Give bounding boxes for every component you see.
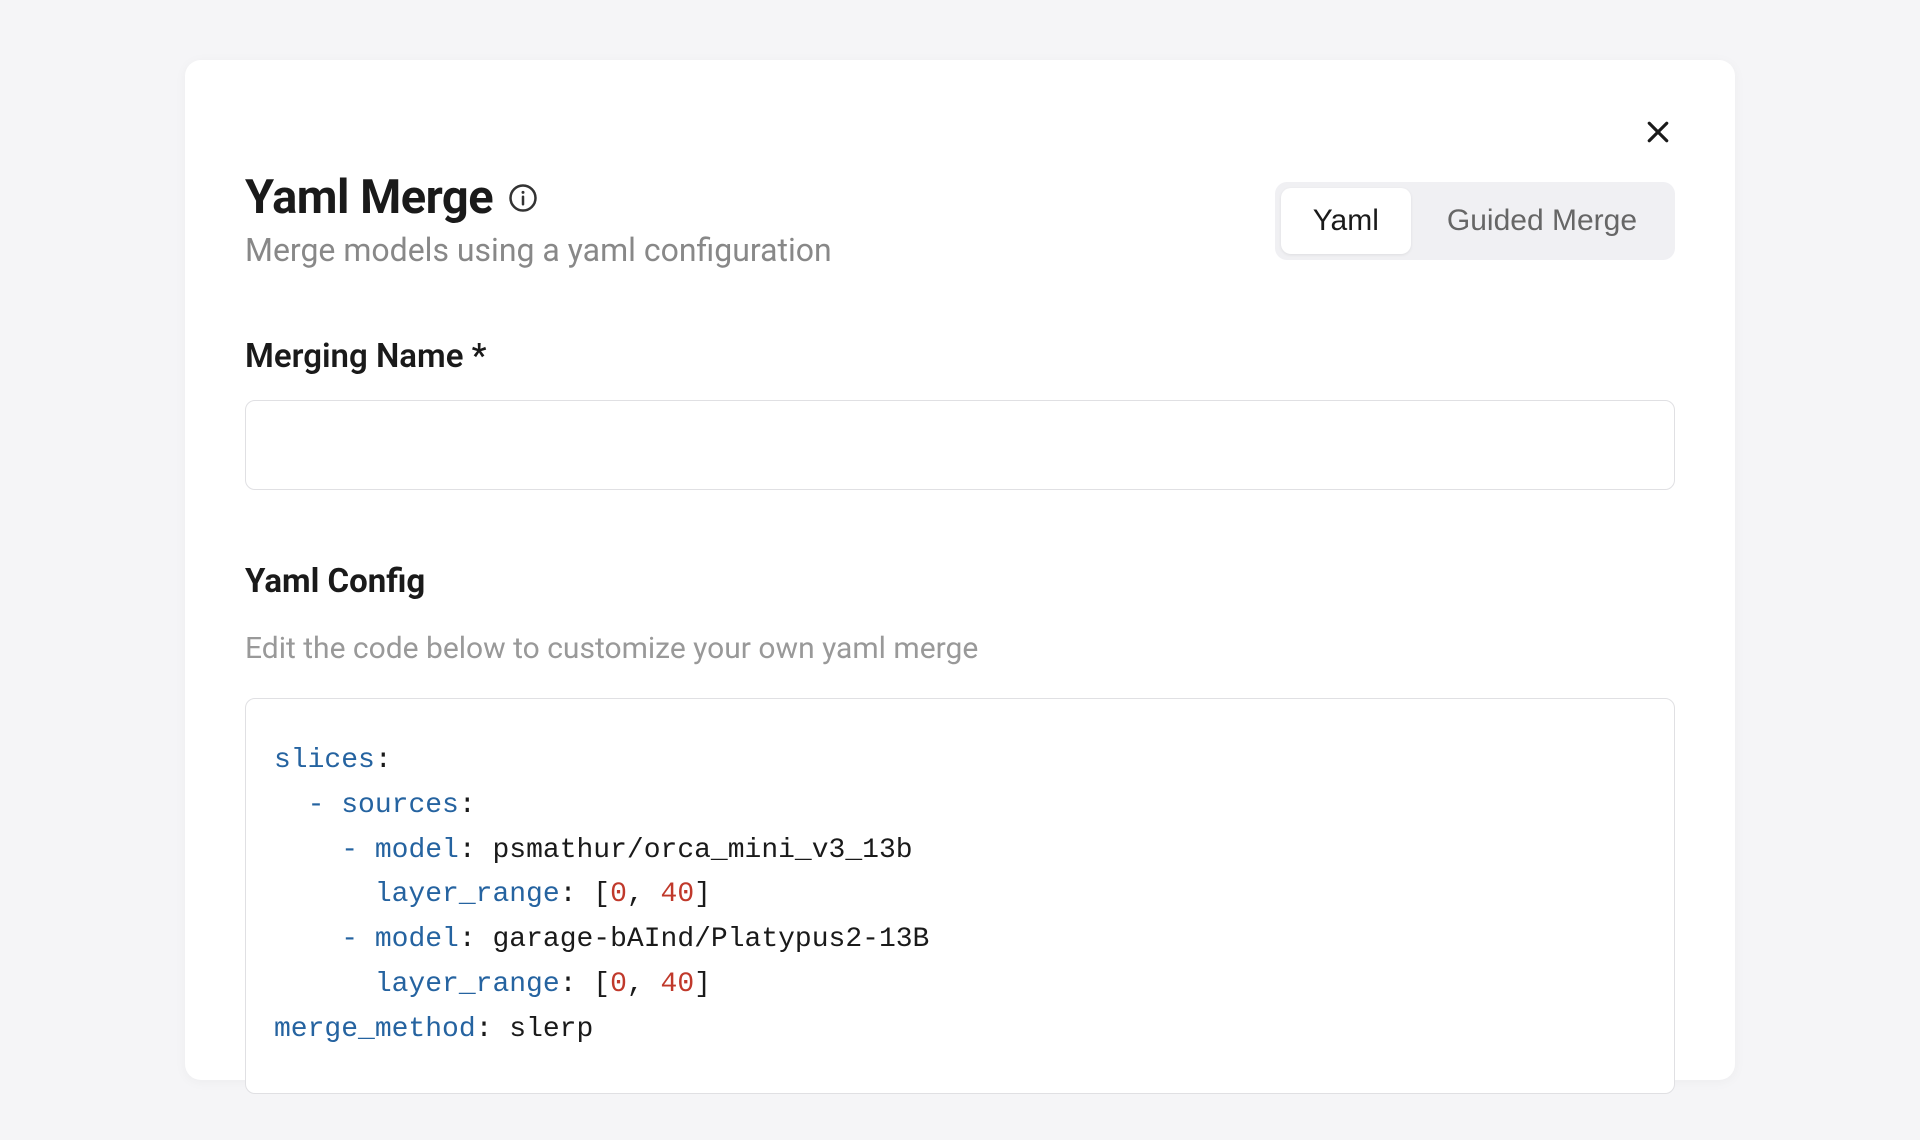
yaml-number: 40	[661, 969, 695, 1000]
yaml-key: model	[375, 924, 459, 955]
yaml-colon: :	[476, 1014, 493, 1045]
tab-yaml[interactable]: Yaml	[1281, 188, 1411, 254]
yaml-merge-modal: Yaml Merge Merge models using a yaml con…	[185, 60, 1735, 1080]
yaml-bracket: ]	[694, 969, 711, 1000]
yaml-bracket: [	[593, 969, 610, 1000]
yaml-code-editor[interactable]: slices: - sources: - model: psmathur/orc…	[245, 698, 1675, 1094]
modal-subtitle: Merge models using a yaml configuration	[245, 231, 1275, 269]
yaml-key: model	[375, 835, 459, 866]
merging-name-label: Merging Name *	[245, 337, 1675, 376]
yaml-key: sources	[341, 790, 459, 821]
yaml-colon: :	[459, 924, 476, 955]
yaml-key: layer_range	[375, 879, 560, 910]
yaml-key: merge_method	[274, 1014, 476, 1045]
tab-guided-merge[interactable]: Guided Merge	[1415, 188, 1669, 254]
yaml-dash: -	[308, 790, 325, 821]
yaml-value: psmathur/orca_mini_v3_13b	[492, 835, 912, 866]
yaml-comma: ,	[627, 969, 661, 1000]
yaml-number: 0	[610, 879, 627, 910]
yaml-value: garage-bAInd/Platypus2-13B	[492, 924, 929, 955]
merging-name-input[interactable]	[245, 400, 1675, 490]
yaml-colon: :	[560, 879, 577, 910]
close-icon	[1643, 117, 1673, 147]
title-section: Yaml Merge Merge models using a yaml con…	[245, 170, 1275, 269]
yaml-key: layer_range	[375, 969, 560, 1000]
yaml-colon: :	[459, 790, 476, 821]
yaml-value: slerp	[509, 1014, 593, 1045]
merging-name-section: Merging Name *	[245, 337, 1675, 490]
yaml-colon: :	[560, 969, 577, 1000]
title-row: Yaml Merge	[245, 170, 1275, 225]
yaml-dash: -	[341, 835, 358, 866]
yaml-key: slices	[274, 745, 375, 776]
mode-tabs: Yaml Guided Merge	[1275, 182, 1675, 260]
yaml-number: 0	[610, 969, 627, 1000]
close-button[interactable]	[1636, 110, 1680, 154]
yaml-colon: :	[375, 745, 392, 776]
yaml-number: 40	[661, 879, 695, 910]
yaml-dash: -	[341, 924, 358, 955]
yaml-config-section: Yaml Config Edit the code below to custo…	[245, 562, 1675, 1094]
modal-header: Yaml Merge Merge models using a yaml con…	[245, 170, 1675, 269]
yaml-colon: :	[459, 835, 476, 866]
info-icon[interactable]	[507, 182, 539, 214]
yaml-config-heading: Yaml Config	[245, 562, 1675, 601]
yaml-bracket: ]	[694, 879, 711, 910]
modal-title: Yaml Merge	[245, 170, 493, 225]
yaml-bracket: [	[593, 879, 610, 910]
yaml-comma: ,	[627, 879, 661, 910]
yaml-config-helper: Edit the code below to customize your ow…	[245, 631, 1675, 666]
